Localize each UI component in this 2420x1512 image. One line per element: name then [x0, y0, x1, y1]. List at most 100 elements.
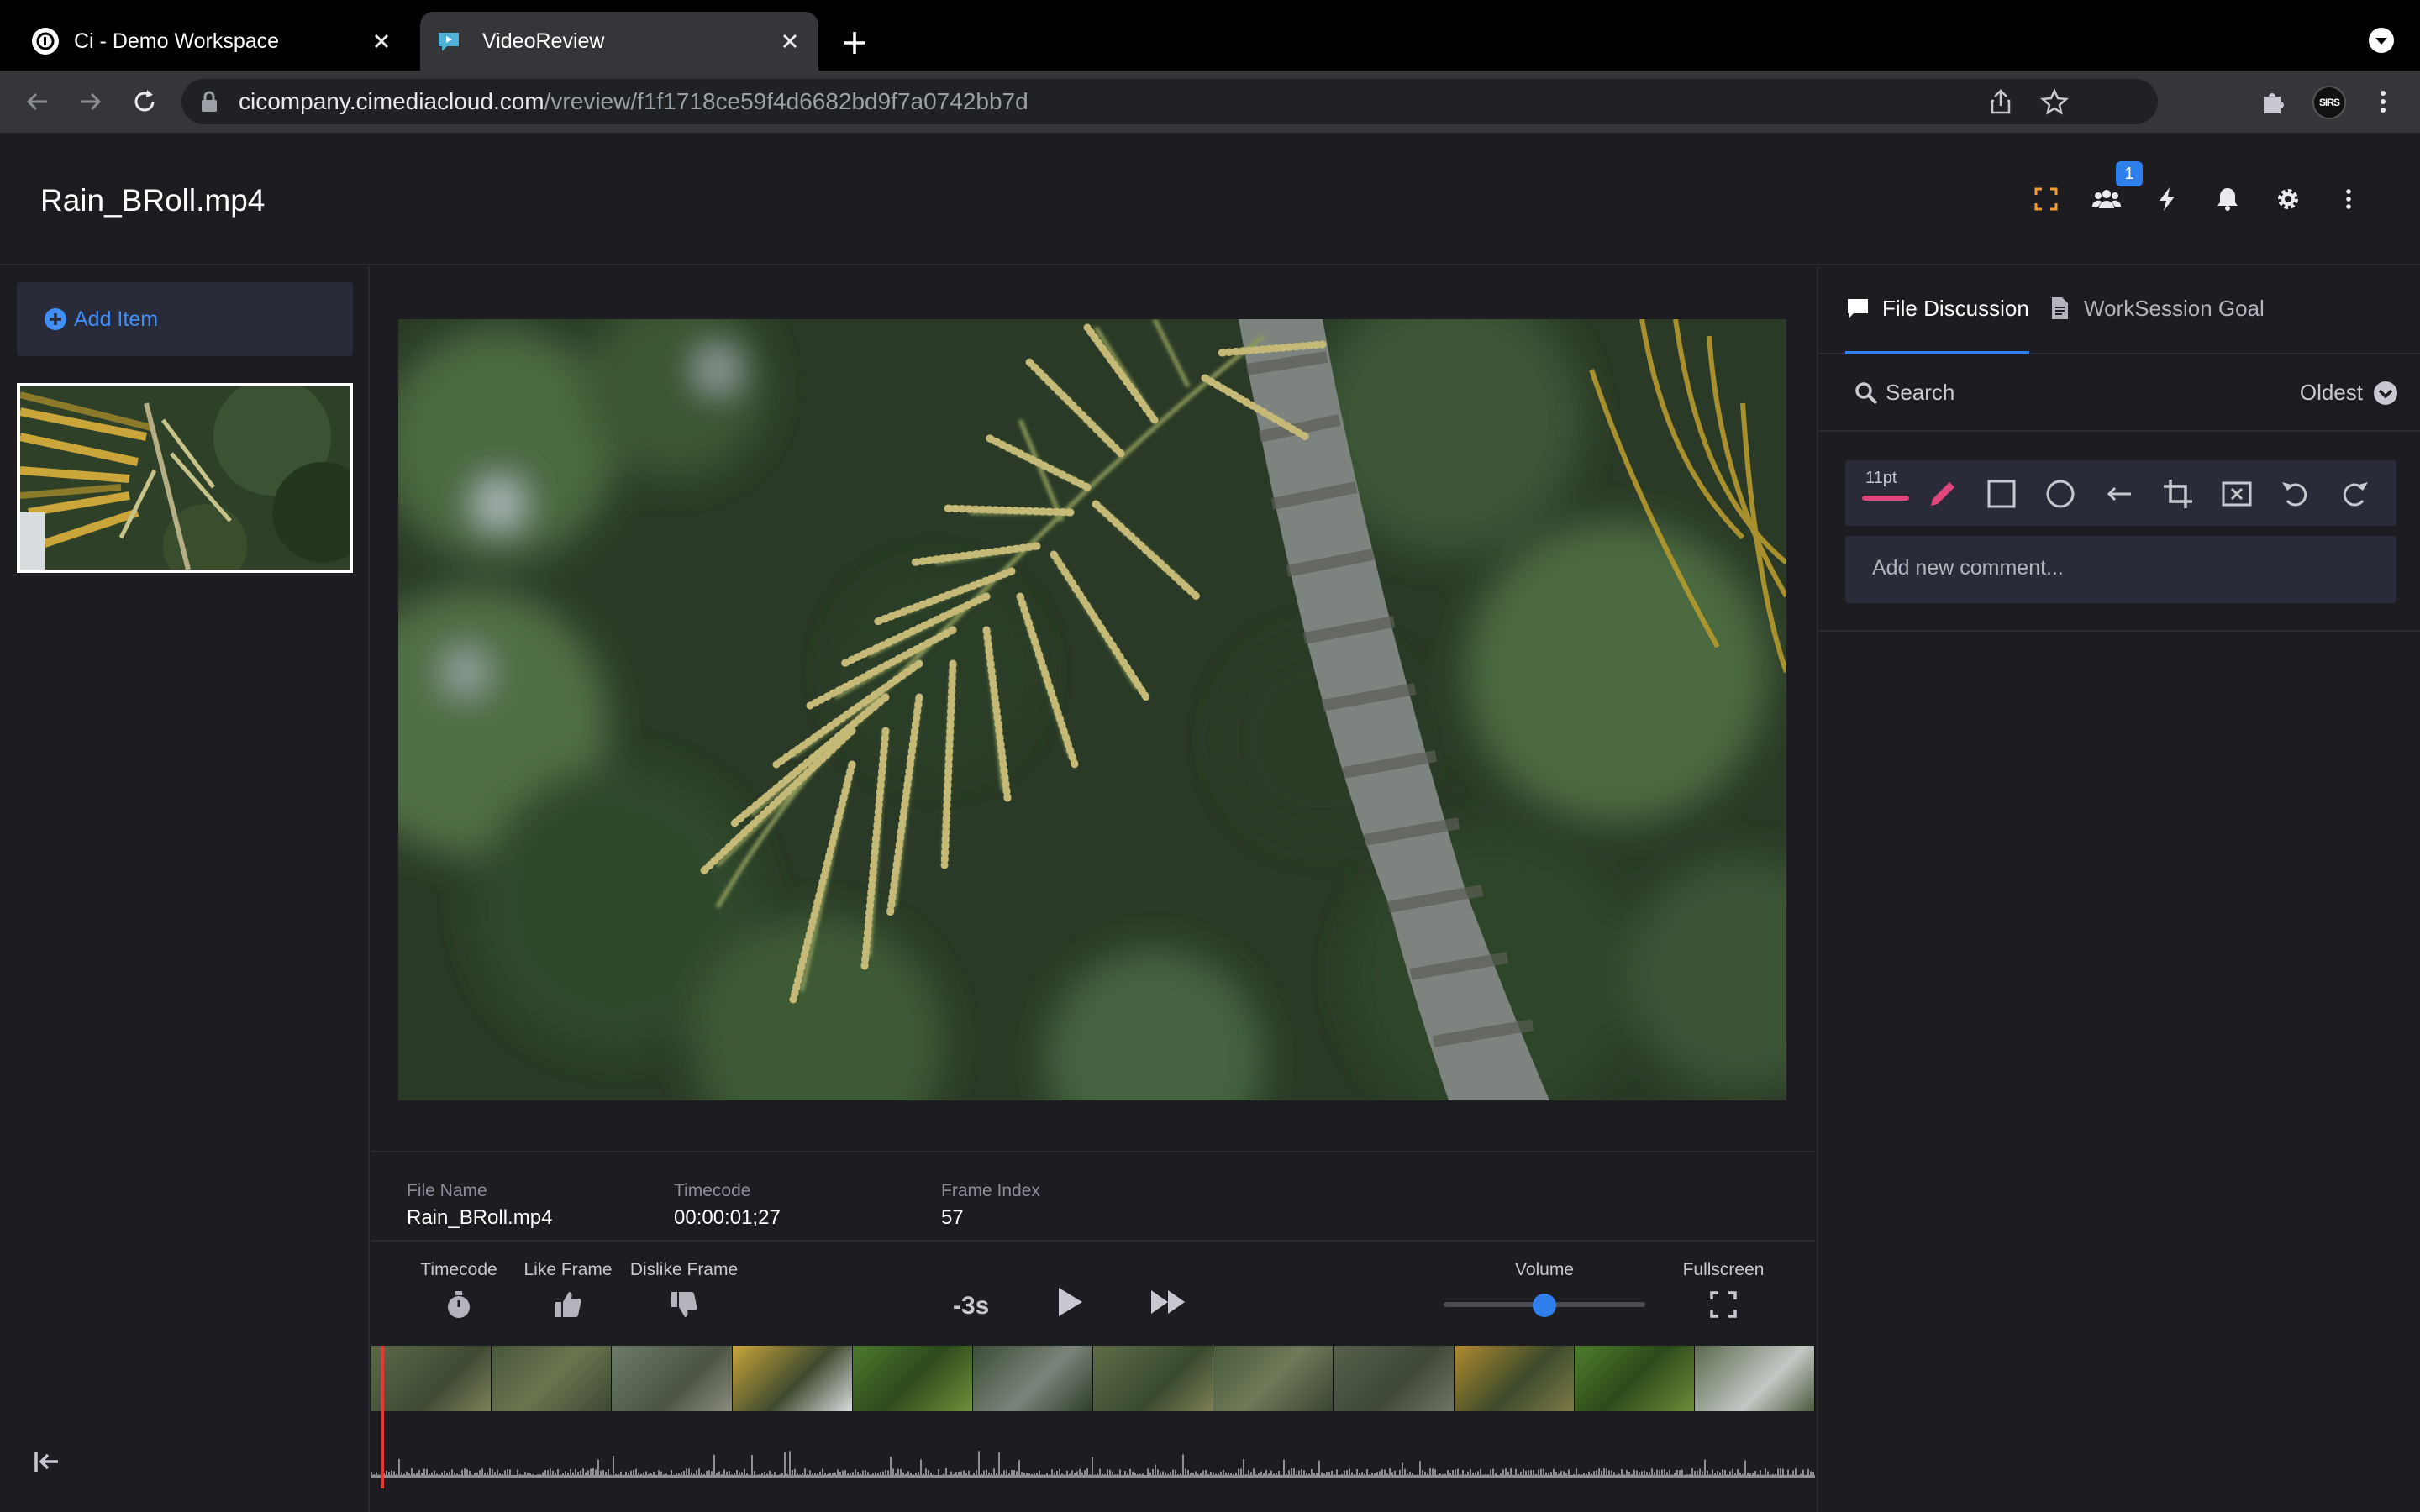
close-icon[interactable]: [778, 29, 802, 53]
profile-avatar[interactable]: SIRS: [2312, 86, 2346, 119]
filmstrip-frame: [1574, 1346, 1695, 1411]
info-file-name: File Name Rain_BRoll.mp4: [407, 1181, 553, 1229]
fullscreen-button[interactable]: Fullscreen: [1677, 1260, 1770, 1320]
timecode-control[interactable]: Timecode: [412, 1260, 506, 1320]
comment-box: [1845, 536, 2396, 603]
app-header: Rain_BRoll.mp4 1: [0, 133, 2420, 265]
more-vert-icon[interactable]: [2334, 185, 2363, 213]
video-frame[interactable]: [398, 319, 1786, 1100]
extensions-icon[interactable]: [2259, 87, 2289, 117]
filmstrip-frame: [492, 1346, 613, 1411]
play-icon[interactable]: [1050, 1284, 1087, 1320]
filmstrip-frame: [972, 1346, 1094, 1411]
search-icon: [1855, 381, 1878, 404]
add-item-label: Add Item: [74, 307, 159, 331]
thumbs-down-icon: [671, 1292, 697, 1317]
filmstrip-frame: [1334, 1346, 1455, 1411]
left-panel: Add Item: [0, 267, 370, 1512]
lock-icon: [202, 91, 217, 112]
filmstrip-frame: [371, 1346, 492, 1411]
stopwatch-icon: [448, 1291, 470, 1318]
playhead[interactable]: [380, 1346, 384, 1488]
right-panel: File Discussion WorkSession Goal Search …: [1817, 267, 2420, 1512]
video-image: [398, 319, 1786, 1100]
skip-back-button[interactable]: -3s: [953, 1292, 989, 1320]
bell-icon[interactable]: [2213, 185, 2242, 213]
thumbnail-image: [20, 386, 350, 570]
waveform-baseline: [371, 1475, 1815, 1478]
volume-control[interactable]: Volume: [1444, 1260, 1645, 1317]
clear-annotation-icon[interactable]: [2220, 477, 2254, 511]
back-icon[interactable]: [22, 87, 52, 117]
divider: [1818, 630, 2420, 632]
crop-icon[interactable]: [2161, 477, 2195, 511]
audio-waveform: [371, 1451, 1815, 1478]
users-icon[interactable]: [2092, 185, 2121, 213]
ci-favicon-icon: [32, 28, 59, 55]
tab-worksession-goal[interactable]: WorkSession Goal: [2047, 296, 2265, 354]
fast-forward-icon[interactable]: [1150, 1285, 1186, 1319]
like-frame-button[interactable]: Like Frame: [521, 1260, 615, 1320]
tab-file-discussion[interactable]: File Discussion: [1845, 296, 2029, 354]
waveform-path: [371, 1451, 1814, 1477]
videoreview-favicon-icon: [439, 33, 459, 51]
info-timecode: Timecode 00:00:01;27: [674, 1181, 781, 1229]
circle-icon[interactable]: [2044, 477, 2077, 511]
undo-icon[interactable]: [2279, 477, 2312, 511]
forward-icon[interactable]: [76, 87, 106, 117]
redo-icon[interactable]: [2338, 477, 2371, 511]
browser-tab-demo-workspace[interactable]: Ci - Demo Workspace: [15, 12, 410, 71]
discussion-search-row: Search Oldest: [1818, 354, 2420, 432]
arrow-icon[interactable]: [2102, 477, 2136, 511]
pen-color-swatch: [1862, 496, 1909, 501]
playback-controls: Timecode Like Frame Dislike Frame -3s Vo…: [371, 1242, 1815, 1346]
reload-icon[interactable]: [129, 87, 160, 117]
tab-title: VideoReview: [482, 29, 605, 53]
thumbs-up-icon: [555, 1292, 581, 1317]
browser-tab-bar: Ci - Demo Workspace VideoReview: [0, 0, 2420, 71]
close-icon[interactable]: [370, 29, 393, 53]
lightning-icon[interactable]: [2153, 185, 2181, 213]
filmstrip-frame: [1454, 1346, 1575, 1411]
focus-icon[interactable]: [2032, 185, 2060, 213]
volume-slider-knob[interactable]: [1533, 1294, 1556, 1317]
tab-search-icon[interactable]: [2368, 27, 2395, 54]
pencil-icon[interactable]: [1926, 477, 1960, 511]
comment-input[interactable]: [1872, 556, 2376, 580]
asset-thumbnail[interactable]: [17, 383, 353, 573]
fullscreen-icon: [1710, 1291, 1737, 1318]
new-tab-icon[interactable]: [840, 29, 869, 57]
page-title: Rain_BRoll.mp4: [40, 183, 266, 218]
url-text: cicompany.cimediacloud.com/vreview/f1f17…: [239, 88, 1028, 114]
filmstrip-frame: [612, 1346, 733, 1411]
sort-dropdown[interactable]: Oldest: [2300, 380, 2398, 406]
rectangle-icon[interactable]: [1985, 477, 2018, 511]
collapse-left-icon[interactable]: [32, 1446, 62, 1477]
dislike-frame-button[interactable]: Dislike Frame: [629, 1260, 739, 1320]
tab-title: Ci - Demo Workspace: [74, 29, 280, 53]
document-icon: [2052, 297, 2068, 319]
share-icon[interactable]: [1986, 87, 2015, 116]
filmstrip-frame: [1694, 1346, 1816, 1411]
gear-icon[interactable]: [2274, 185, 2302, 213]
add-item-button[interactable]: Add Item: [17, 282, 353, 356]
filmstrip-frame: [1213, 1346, 1334, 1411]
browser-menu-icon[interactable]: [2368, 87, 2398, 117]
browser-tab-videoreview[interactable]: VideoReview: [420, 12, 818, 71]
plus-circle-icon: [45, 308, 66, 330]
browser-toolbar: cicompany.cimediacloud.com/vreview/f1f17…: [0, 71, 2420, 133]
filmstrip[interactable]: [371, 1346, 1816, 1411]
annotation-toolbar: 11pt: [1845, 460, 2396, 526]
comment-icon: [1848, 299, 1868, 318]
address-bar[interactable]: cicompany.cimediacloud.com/vreview/f1f17…: [182, 79, 2158, 124]
filmstrip-frame: [852, 1346, 973, 1411]
info-frame-index: Frame Index 57: [941, 1181, 1040, 1229]
filmstrip-frame: [732, 1346, 853, 1411]
player-area: File Name Rain_BRoll.mp4 Timecode 00:00:…: [371, 267, 1816, 1512]
frame-info-bar: File Name Rain_BRoll.mp4 Timecode 00:00:…: [371, 1151, 1815, 1242]
search-button[interactable]: Search: [1854, 380, 1954, 406]
filmstrip-frame: [1093, 1346, 1214, 1411]
bookmark-star-icon[interactable]: [2040, 87, 2069, 116]
timeline[interactable]: [371, 1346, 1816, 1512]
panel-tabs: File Discussion WorkSession Goal: [1818, 267, 2420, 354]
